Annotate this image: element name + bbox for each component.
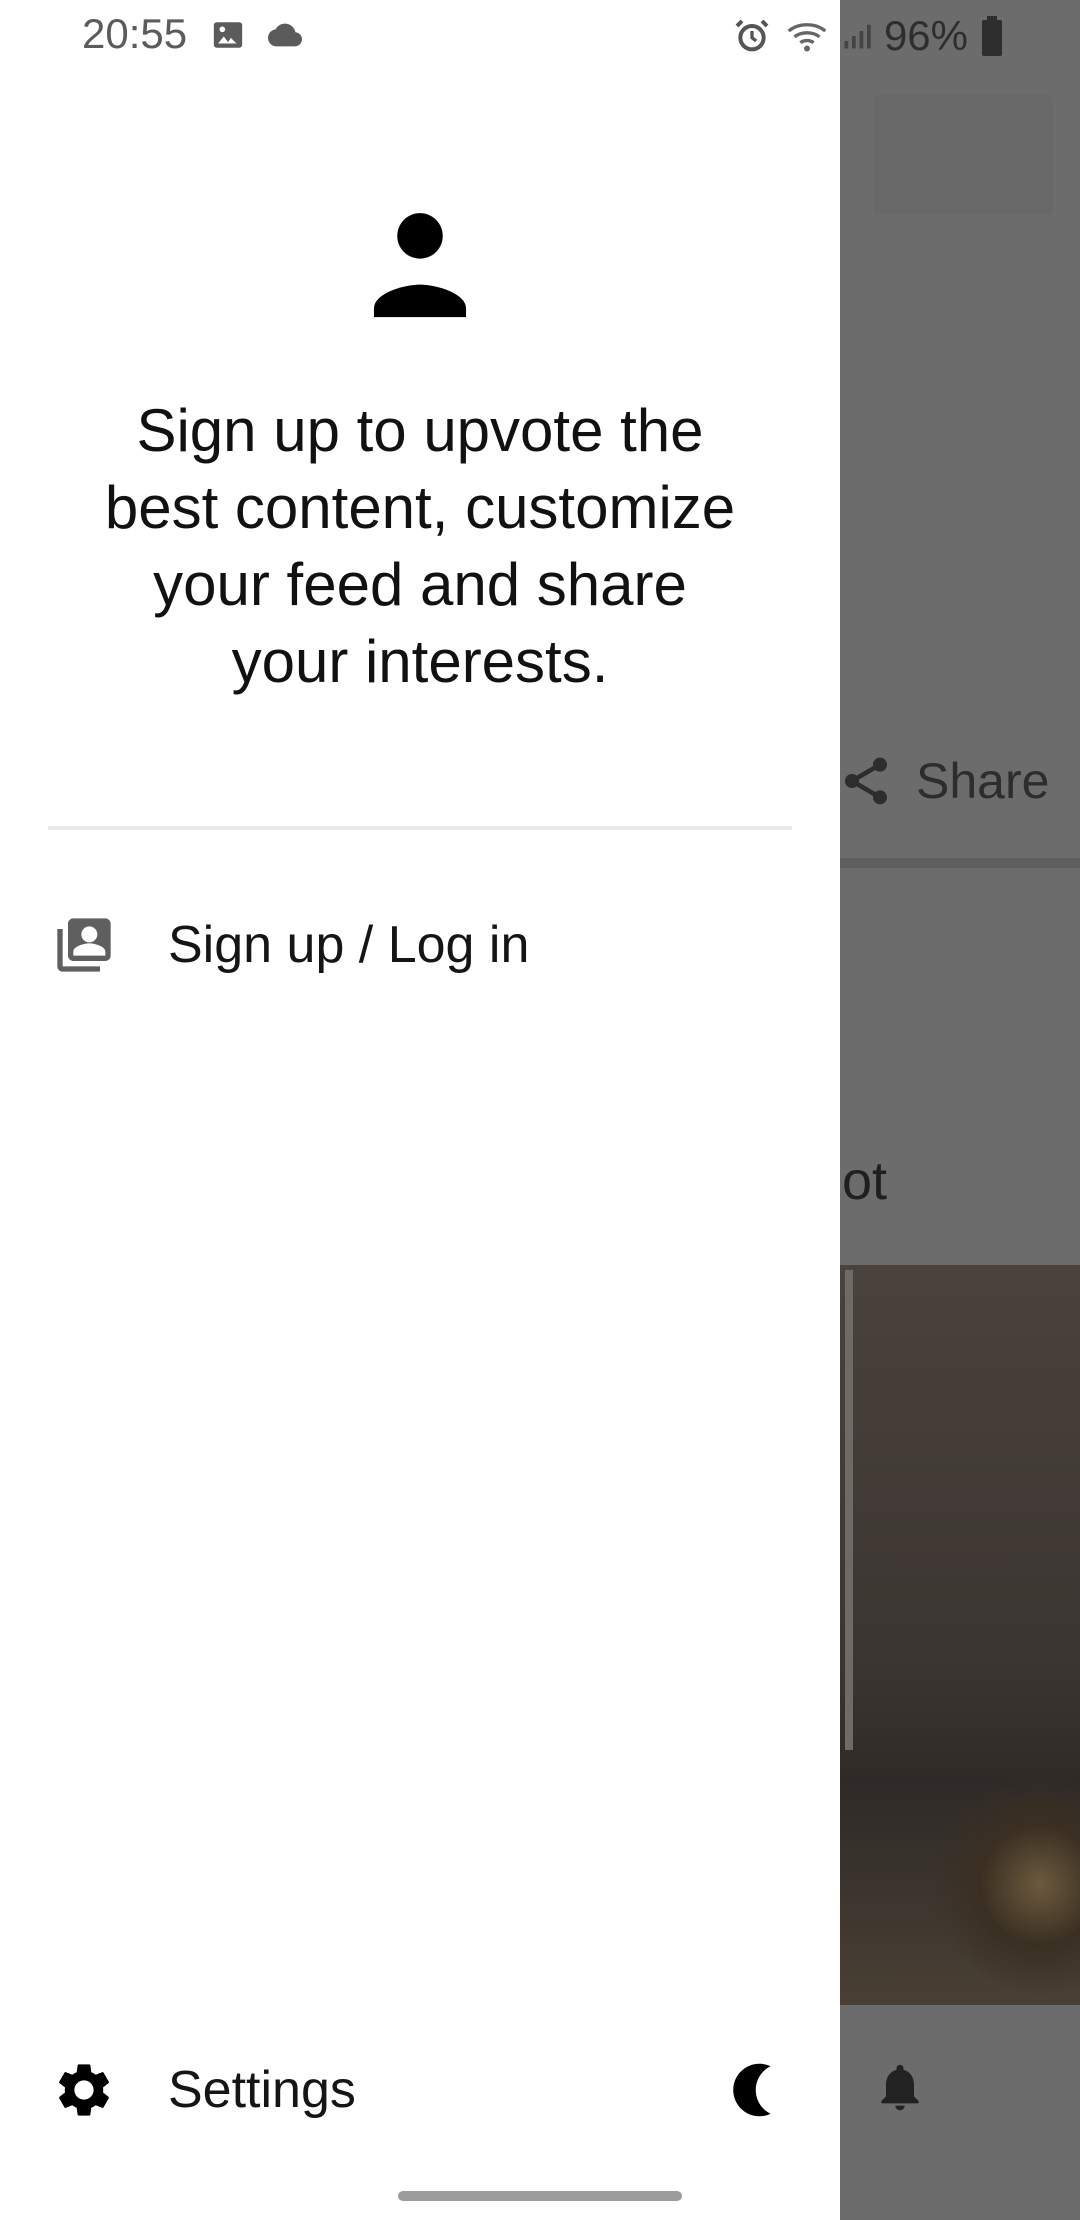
signup-login-menu-item[interactable]: Sign up / Log in bbox=[0, 890, 840, 1000]
bell-icon bbox=[881, 2064, 919, 2111]
status-bar: 20:55 96% bbox=[0, 0, 1080, 70]
signup-prompt-text: Sign up to upvote the best content, cust… bbox=[104, 397, 736, 695]
gallery-icon bbox=[213, 22, 243, 48]
home-indicator[interactable] bbox=[398, 2191, 682, 2201]
background-share-label: Share bbox=[916, 753, 1050, 809]
signal-icon bbox=[844, 24, 871, 49]
status-left-icons bbox=[210, 18, 306, 52]
divider bbox=[48, 826, 792, 830]
wifi-icon bbox=[787, 23, 827, 52]
account-box-icon bbox=[57, 918, 111, 972]
cloud-icon bbox=[268, 23, 302, 47]
share-icon bbox=[845, 757, 887, 805]
background-search-bar bbox=[873, 95, 1053, 215]
settings-label: Settings bbox=[168, 2061, 356, 2119]
battery-percentage: 96% bbox=[883, 12, 968, 59]
background-share-button: Share bbox=[838, 746, 1049, 816]
gear-icon bbox=[59, 2064, 109, 2116]
background-image-detail bbox=[845, 1270, 853, 1750]
settings-menu-item[interactable]: Settings bbox=[0, 2035, 840, 2145]
status-time: 20:55 bbox=[82, 10, 188, 57]
background-card-separator bbox=[840, 858, 1080, 868]
person-icon bbox=[373, 213, 467, 318]
battery-icon bbox=[982, 16, 1002, 56]
moon-icon[interactable] bbox=[722, 2060, 782, 2120]
navigation-drawer: Sign up to upvote the best content, cust… bbox=[0, 0, 840, 2220]
alarm-icon bbox=[735, 19, 769, 52]
status-right-icons: 96% bbox=[732, 12, 1004, 60]
signup-login-label: Sign up / Log in bbox=[168, 916, 530, 974]
background-post-image bbox=[840, 1265, 1080, 2005]
